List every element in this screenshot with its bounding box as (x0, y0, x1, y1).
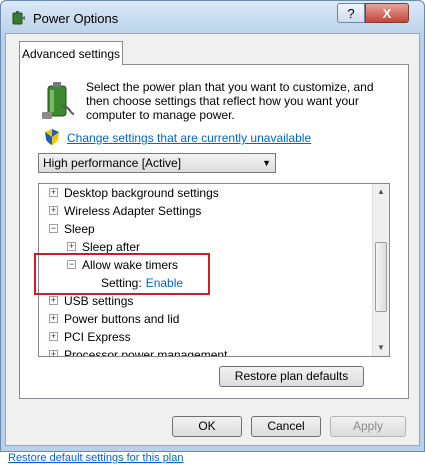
restore-default-settings-link[interactable]: Restore default settings for this plan (8, 452, 183, 464)
collapse-icon[interactable]: − (49, 224, 58, 234)
tree-item-desktop-background[interactable]: + Desktop background settings (49, 184, 219, 202)
power-options-icon (12, 11, 25, 25)
collapse-icon[interactable]: − (67, 260, 76, 270)
expand-icon[interactable]: + (67, 242, 76, 252)
tree-item-label: PCI Express (64, 330, 131, 344)
tab-advanced-settings[interactable]: Advanced settings (19, 41, 123, 65)
ok-button[interactable]: OK (172, 416, 242, 437)
battery-plug-icon (42, 82, 75, 119)
uac-shield-icon (45, 129, 59, 145)
tree-item-label: Sleep (64, 222, 95, 236)
restore-plan-defaults-button[interactable]: Restore plan defaults (219, 366, 364, 387)
tree-item-processor-power[interactable]: + Processor power management (49, 346, 228, 357)
tree-item-label: Sleep after (82, 240, 141, 254)
tree-item-usb-settings[interactable]: + USB settings (49, 292, 133, 310)
window-title: Power Options (33, 11, 119, 26)
tree-scrollbar[interactable]: ▲ ▼ (372, 184, 389, 356)
scroll-up-icon[interactable]: ▲ (373, 184, 389, 200)
tree-item-power-buttons[interactable]: + Power buttons and lid (49, 310, 179, 328)
tree-item-label: Desktop background settings (64, 186, 219, 200)
tree-item-pci-express[interactable]: + PCI Express (49, 328, 131, 346)
expand-icon[interactable]: + (49, 332, 58, 342)
expand-icon[interactable]: + (49, 188, 58, 198)
power-options-window: Power Options ? X Advanced settings Sele… (0, 0, 425, 452)
power-plan-select[interactable]: High performance [Active] ▼ (38, 153, 276, 173)
advanced-settings-page: Select the power plan that you want to c… (19, 64, 409, 399)
scroll-down-icon[interactable]: ▼ (373, 340, 389, 356)
apply-button[interactable]: Apply (330, 416, 406, 437)
tree-item-label: Allow wake timers (82, 258, 179, 272)
expand-icon[interactable]: + (49, 206, 58, 216)
setting-label: Setting: (101, 276, 142, 290)
power-plan-value: High performance [Active] (43, 156, 182, 170)
expand-icon[interactable]: + (49, 314, 58, 324)
close-button[interactable]: X (365, 3, 409, 23)
tree-item-wireless-adapter[interactable]: + Wireless Adapter Settings (49, 202, 201, 220)
tree-item-label: USB settings (64, 294, 134, 308)
expand-icon[interactable]: + (49, 350, 58, 356)
cancel-button[interactable]: Cancel (251, 416, 321, 437)
tree-item-sleep-after[interactable]: + Sleep after (67, 238, 140, 256)
title-bar[interactable]: Power Options ? X (1, 1, 424, 33)
tree-item-label: Wireless Adapter Settings (64, 204, 202, 218)
tree-item-allow-wake-timers[interactable]: − Allow wake timers (67, 256, 178, 274)
tree-item-setting: Setting: Enable (101, 274, 183, 292)
help-button[interactable]: ? (337, 3, 365, 23)
tree-item-label: Processor power management (64, 348, 228, 357)
scroll-thumb[interactable] (375, 242, 387, 312)
chevron-down-icon: ▼ (262, 158, 271, 168)
dialog-body: Advanced settings Select the power plan … (5, 33, 420, 446)
settings-tree: + Desktop background settings + Wireless A… (38, 183, 390, 357)
tree-item-sleep[interactable]: − Sleep (49, 220, 95, 238)
description-text: Select the power plan that you want to c… (86, 80, 374, 122)
expand-icon[interactable]: + (49, 296, 58, 306)
change-settings-link[interactable]: Change settings that are currently unava… (67, 131, 311, 145)
setting-value-link[interactable]: Enable (146, 276, 183, 290)
tree-item-label: Power buttons and lid (64, 312, 180, 326)
